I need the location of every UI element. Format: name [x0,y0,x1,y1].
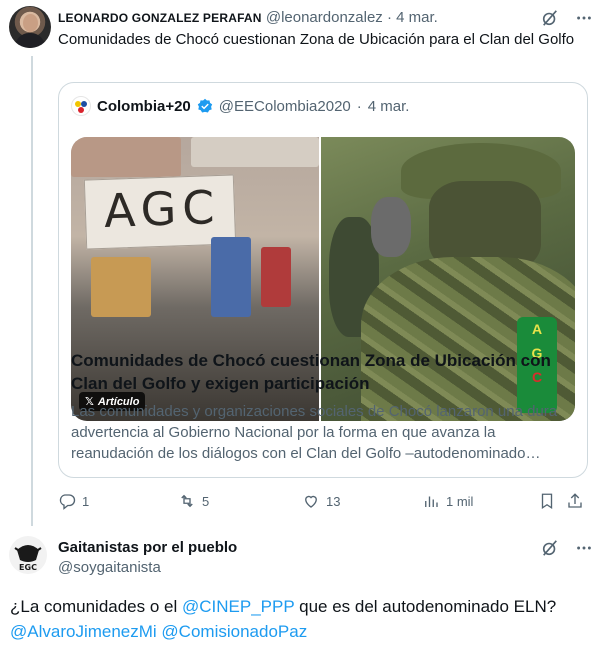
retweet-count: 5 [202,493,210,509]
quote-header: Colombia+20 @EEColombia2020 · 4 mar. [71,96,409,116]
quoted-tweet[interactable]: Colombia+20 @EEColombia2020 · 4 mar. AGC… [58,82,588,478]
mention-comisionado[interactable]: @ComisionadoPaz [161,622,307,641]
author-name[interactable]: Gaitanistas por el pueblo [58,539,237,556]
share-icon [568,493,582,508]
share-button[interactable] [566,492,592,510]
avatar-suit [15,33,45,48]
hanging-cloth [261,247,291,307]
tweet-top-icons [540,538,594,558]
grok-slash-icon[interactable] [540,538,560,558]
avatar-gaitanistas[interactable]: EGC [9,536,47,574]
quote-author-handle[interactable]: @EEColombia2020 [219,98,351,115]
separator-dot: · [386,9,392,26]
colombia20-logo-icon[interactable] [71,96,91,116]
reply-count: 1 [82,493,90,509]
like-icon [305,495,317,508]
tweet-gaitanistas[interactable]: EGC Gaitanistas por el pueblo @soygaitan… [0,522,604,656]
wall-patch [71,137,181,177]
text-prefix: ¿La comunidades o el [10,597,182,616]
verified-badge-icon [197,98,213,114]
views-icon [425,496,438,507]
tweet-date[interactable]: 4 mar. [396,9,438,26]
quote-date[interactable]: 4 mar. [368,98,410,115]
author-name[interactable]: LEONARDO GONZALEZ PERAFAN [58,11,262,25]
background-person [371,197,411,257]
tweet-top-icons [540,8,594,28]
tweet-leonardo[interactable]: LEONARDO GONZALEZ PERAFAN @leonardonzale… [0,0,604,522]
like-count: 13 [326,493,341,509]
retweet-button[interactable]: 5 [178,492,302,510]
avatar-leonardo[interactable] [9,6,51,48]
wall-patch [191,137,319,167]
quote-separator-dot: · [356,97,362,115]
article-title[interactable]: Comunidades de Chocó cuestionan Zona de … [71,349,581,395]
quote-author-name[interactable]: Colombia+20 [97,98,191,115]
agc-sign-text: AGC [102,179,222,238]
hanging-cloth [91,257,151,317]
more-dots-icon[interactable] [574,8,594,28]
reply-icon [59,494,76,510]
avatar-text: EGC [19,563,37,572]
mention-cinep[interactable]: @CINEP_PPP [182,597,294,616]
tweet-actions: 1 5 13 1 mil [58,491,592,511]
like-button[interactable]: 13 [302,492,422,510]
author-handle[interactable]: @soygaitanista [58,559,161,576]
reply-button[interactable]: 1 [58,492,178,510]
armband-letter: A [531,321,543,337]
bookmark-icon [541,493,553,510]
article-description: Las comunidades y organizaciones sociale… [71,403,558,462]
retweet-icon [181,494,193,508]
avatar-face [23,14,38,32]
tweet-text: Comunidades de Chocó cuestionan Zona de … [58,31,575,48]
tweet-header: LEONARDO GONZALEZ PERAFAN @leonardonzale… [58,9,438,26]
tweet-text: ¿La comunidades o el @CINEP_PPP que es d… [10,594,590,644]
mention-alvaro[interactable]: @AlvaroJimenezMi [10,622,157,641]
author-handle[interactable]: @leonardonzalez [266,9,383,26]
grok-slash-icon[interactable] [540,8,560,28]
views-button[interactable]: 1 mil [422,492,538,510]
text-middle: que es del autodenominado ELN? [294,597,557,616]
bookmark-button[interactable] [538,492,566,510]
more-dots-icon[interactable] [574,538,594,558]
egc-emblem-icon: EGC [9,536,47,574]
hanging-cloth [211,237,251,317]
views-count: 1 mil [446,493,474,509]
